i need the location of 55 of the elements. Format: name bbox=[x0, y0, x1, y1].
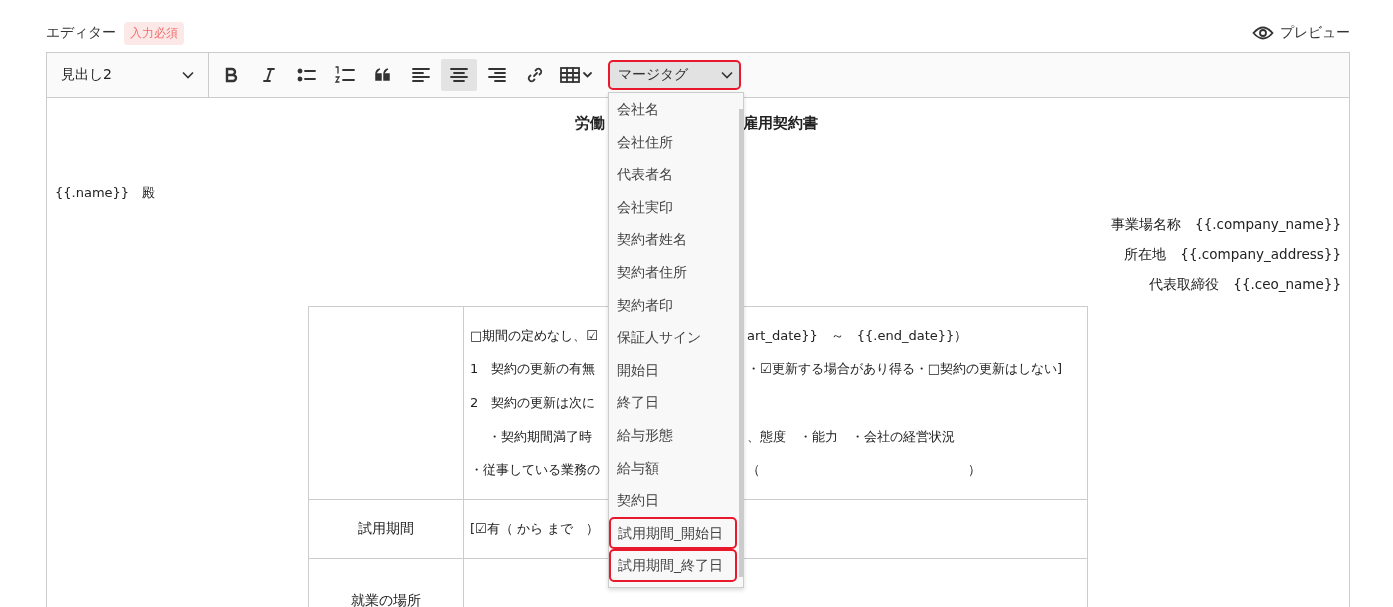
table-text: art_date}} ～ {{.end_date}}） bbox=[747, 326, 969, 345]
table-text: ・☑更新する場合があり得る・□契約の更新はしない] bbox=[747, 360, 1063, 379]
italic-icon bbox=[260, 66, 278, 84]
align-center-icon bbox=[449, 66, 469, 84]
menu-item[interactable]: 契約者姓名 bbox=[609, 223, 737, 256]
align-center-button[interactable] bbox=[441, 59, 477, 91]
table-text: （ ） bbox=[747, 461, 982, 480]
menu-item[interactable]: 保証人サイン bbox=[609, 321, 737, 354]
menu-item[interactable]: 会社実印 bbox=[609, 190, 737, 224]
table-text: [☑有（ から まで ） bbox=[470, 519, 599, 538]
align-left-icon bbox=[411, 66, 431, 84]
menu-item[interactable]: 試用期間_開始日 bbox=[609, 516, 737, 550]
heading-select[interactable]: 見出し2 bbox=[47, 53, 209, 97]
table-header-cell: 就業の場所 bbox=[308, 558, 464, 607]
table-icon bbox=[560, 66, 594, 84]
menu-item[interactable]: 試用期間_終了日 bbox=[609, 549, 737, 582]
table-text: ・契約期間満了時 bbox=[487, 427, 592, 446]
menu-item[interactable]: 会社住所 bbox=[609, 125, 737, 159]
eye-icon bbox=[1252, 25, 1274, 41]
merge-tag-text: {{.company_address}} bbox=[1180, 246, 1341, 264]
table-text: 2 契約の更新は次に bbox=[470, 394, 596, 412]
merge-tag-text: {{.ceo_name}} bbox=[1233, 276, 1341, 294]
table-header-cell: 試用期間 bbox=[308, 499, 464, 559]
quote-icon bbox=[374, 66, 392, 84]
table-text: ・従事している業務の bbox=[470, 461, 600, 480]
menu-item[interactable]: 終了日 bbox=[609, 386, 737, 419]
scrollbar[interactable] bbox=[739, 109, 743, 577]
addressee-text: {{.name}} 殿 bbox=[55, 185, 156, 200]
field-label: 所在地 bbox=[1124, 246, 1167, 264]
table-text: □期間の定めなし、☑ bbox=[470, 326, 598, 345]
menu-item[interactable]: 契約者住所 bbox=[609, 255, 737, 289]
required-badge: 入力必須 bbox=[124, 21, 184, 45]
menu-item[interactable]: 代表者名 bbox=[609, 158, 737, 191]
editor-label: エディター bbox=[46, 24, 116, 42]
numbered-list-icon bbox=[334, 65, 356, 85]
merge-tag-select[interactable]: マージタグ bbox=[608, 60, 741, 90]
menu-item[interactable]: 契約日 bbox=[609, 484, 737, 517]
field-label: 事業場名称 bbox=[1111, 216, 1182, 234]
table-text: 1 契約の更新の有無 bbox=[470, 360, 596, 379]
field-label: 代表取締役 bbox=[1149, 276, 1220, 294]
table-text: 、態度 ・能力 ・会社の経営状況 bbox=[747, 427, 956, 446]
menu-item[interactable]: 会社名 bbox=[609, 93, 737, 126]
document-title: 雇用契約書 bbox=[743, 113, 819, 133]
menu-item[interactable]: 給与形態 bbox=[609, 418, 737, 452]
chevron-icon bbox=[182, 71, 194, 79]
link-icon bbox=[526, 66, 544, 84]
menu-item[interactable]: 契約者印 bbox=[609, 288, 737, 322]
merge-tag-text: {{.company_name}} bbox=[1195, 216, 1341, 234]
chevron-icon bbox=[721, 71, 733, 79]
preview-button[interactable]: プレビュー bbox=[1252, 24, 1350, 42]
menu-item[interactable]: 給与額 bbox=[609, 451, 737, 485]
menu-item[interactable]: 開始日 bbox=[609, 353, 737, 387]
document-title: 労働 bbox=[574, 113, 605, 133]
bullet-list-icon bbox=[297, 66, 317, 84]
align-right-icon bbox=[487, 66, 507, 84]
